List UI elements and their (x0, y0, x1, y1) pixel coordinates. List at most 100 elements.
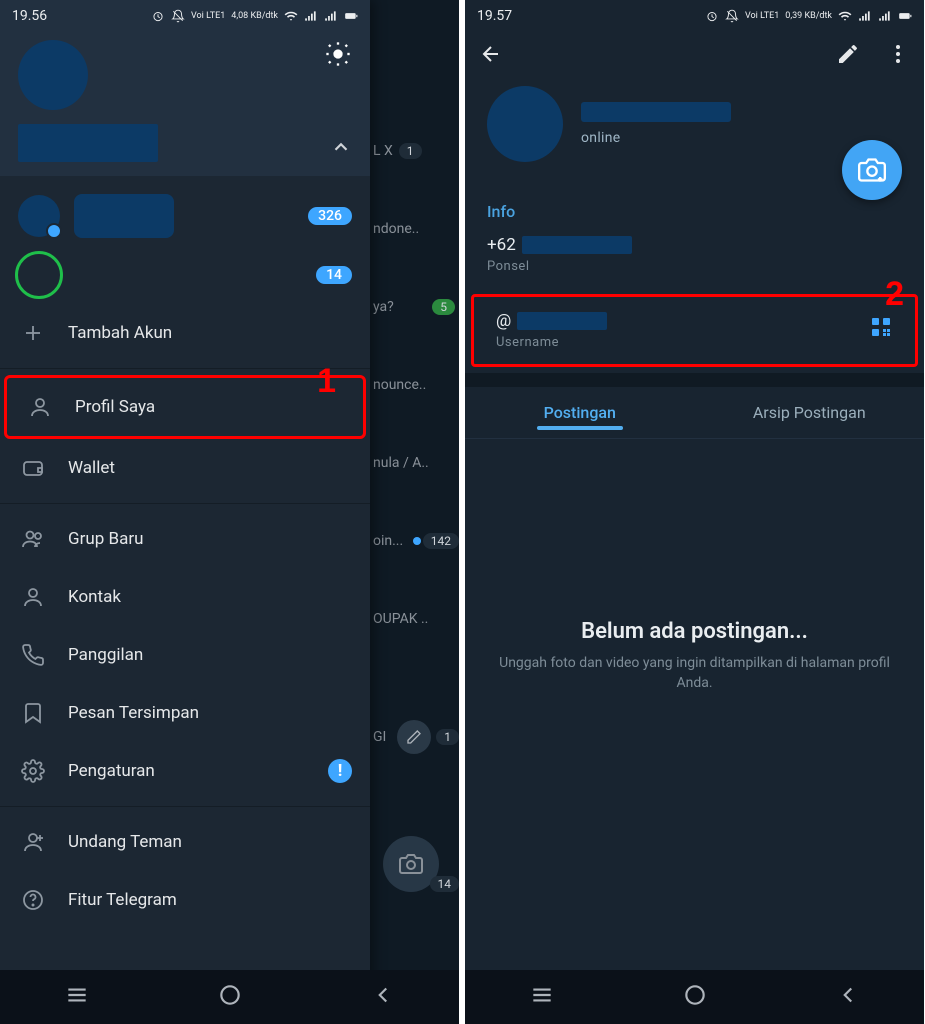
account-name-redacted (74, 194, 174, 238)
phone-label: Ponsel (487, 259, 902, 274)
signal-icon (324, 9, 338, 23)
status-time: 19.57 (477, 8, 512, 24)
menu-label: Pesan Tersimpan (68, 703, 199, 723)
info-username-row[interactable]: @ Username (474, 297, 915, 364)
empty-title: Belum ada postingan... (581, 619, 808, 644)
info-phone-row[interactable]: +62 Ponsel (487, 231, 902, 288)
tab-label: Arsip Postingan (753, 403, 866, 422)
menu-invite-friends[interactable]: Undang Teman (0, 813, 370, 871)
wallet-icon (20, 455, 46, 481)
menu-calls[interactable]: Panggilan (0, 626, 370, 684)
unread-badge: 142 (423, 533, 459, 549)
unread-count-badge: 14 (316, 266, 352, 284)
status-time: 19.56 (12, 8, 47, 24)
contact-icon (20, 584, 46, 610)
menu-my-profile[interactable]: Profil Saya (4, 375, 366, 439)
alarm-icon (705, 9, 719, 23)
group-icon (20, 526, 46, 552)
right-screenshot: 19.57 Voi LTE1 0,39 KB/dtk (465, 0, 924, 1024)
menu-label: Undang Teman (68, 832, 182, 852)
more-button[interactable] (886, 42, 910, 70)
arrow-left-icon (479, 42, 503, 66)
menu-label: Pengaturan (68, 761, 155, 781)
menu-contacts[interactable]: Kontak (0, 568, 370, 626)
account-avatar (18, 254, 60, 296)
user-icon (27, 394, 53, 420)
chevron-up-icon (330, 136, 352, 158)
tab-archive[interactable]: Arsip Postingan (695, 387, 925, 438)
info-section-title: Info (487, 202, 902, 221)
chat-peek-text: nounce.. (373, 377, 426, 393)
left-screenshot: L X 1 ndone.. ya? 5 nounce.. nula / A.. … (0, 0, 459, 1024)
menu-label: Tambah Akun (68, 323, 172, 343)
unread-count-badge: 326 (308, 207, 352, 225)
home-button[interactable] (217, 982, 243, 1012)
alarm-icon (151, 9, 165, 23)
menu-settings[interactable]: Pengaturan ! (0, 742, 370, 800)
chat-list-background: L X 1 ndone.. ya? 5 nounce.. nula / A.. … (369, 32, 459, 962)
change-photo-button[interactable] (842, 140, 902, 200)
home-button[interactable] (682, 982, 708, 1012)
recent-apps-button[interactable] (64, 982, 90, 1012)
recent-apps-button[interactable] (529, 982, 555, 1012)
unread-badge: 14 (430, 876, 460, 892)
collapse-accounts-button[interactable] (330, 136, 352, 162)
signal-icon (858, 9, 872, 23)
tab-posts[interactable]: Postingan (465, 387, 695, 438)
edit-button[interactable] (836, 42, 860, 70)
menu-telegram-features[interactable]: Fitur Telegram (0, 871, 370, 929)
user-name-redacted (18, 124, 158, 162)
help-icon (20, 887, 46, 913)
profile-name-redacted (581, 102, 731, 122)
back-button[interactable] (835, 982, 861, 1012)
navigation-drawer: 19.56 Voi LTE1 4,08 KB/dtk (0, 0, 370, 1024)
signal-icon (878, 9, 892, 23)
profile-header: online (465, 80, 924, 174)
account-avatar (18, 195, 60, 237)
profile-tabs: Postingan Arsip Postingan (465, 387, 924, 438)
chat-peek-text: ya? (373, 299, 394, 315)
theme-toggle-button[interactable] (324, 40, 352, 68)
android-nav-bar (465, 970, 924, 1024)
user-avatar[interactable] (18, 40, 88, 110)
add-account-button[interactable]: Tambah Akun (0, 304, 370, 362)
qr-code-button[interactable] (869, 315, 893, 343)
unread-badge: 5 (432, 299, 455, 315)
unread-badge: 1 (399, 143, 422, 159)
gear-icon (20, 758, 46, 784)
battery-icon (898, 9, 912, 23)
status-icons: Voi LTE1 4,08 KB/dtk (151, 9, 358, 23)
menu-saved-messages[interactable]: Pesan Tersimpan (0, 684, 370, 742)
empty-subtitle: Unggah foto dan video yang ingin ditampi… (465, 654, 924, 693)
plus-icon (20, 320, 46, 346)
chat-peek-text: GI (373, 729, 386, 745)
chat-peek-text: nula / A.. (373, 455, 429, 471)
unread-badge: 1 (436, 729, 459, 745)
chat-peek-text: oin... (373, 533, 403, 549)
back-button[interactable] (479, 42, 503, 70)
tab-label: Postingan (544, 403, 616, 422)
wifi-icon (838, 9, 852, 23)
sun-icon (324, 40, 352, 68)
menu-new-group[interactable]: Grup Baru (0, 510, 370, 568)
username-label: Username (496, 335, 893, 350)
mute-icon (171, 9, 185, 23)
menu-label: Kontak (68, 587, 121, 607)
username-redacted (517, 312, 607, 330)
status-icons: Voi LTE1 0,39 KB/dtk (705, 9, 912, 23)
chat-peek-text: L X (373, 143, 393, 159)
bookmark-icon (20, 700, 46, 726)
menu-label: Wallet (68, 458, 115, 478)
username-highlight: @ Username (471, 294, 918, 367)
menu-label: Fitur Telegram (68, 890, 177, 910)
profile-avatar[interactable] (487, 86, 563, 162)
active-account-indicator (46, 223, 62, 239)
menu-label: Profil Saya (75, 397, 155, 417)
account-row[interactable]: 326 (0, 186, 370, 246)
menu-wallet[interactable]: Wallet (0, 439, 370, 497)
phone-icon (20, 642, 46, 668)
edit-icon (397, 720, 431, 754)
back-button[interactable] (370, 982, 396, 1012)
account-row[interactable]: 14 (0, 246, 370, 304)
more-vertical-icon (886, 42, 910, 66)
